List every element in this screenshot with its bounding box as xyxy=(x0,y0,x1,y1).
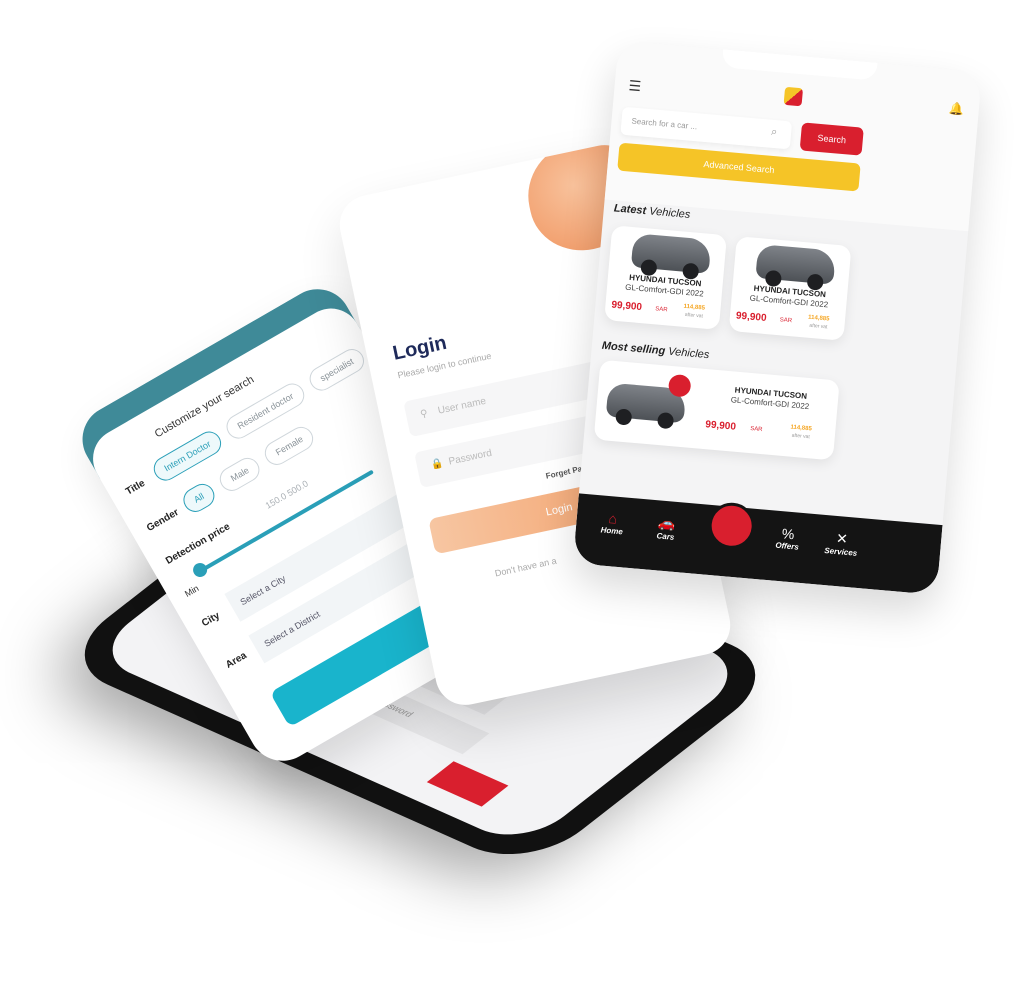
car-price: 99,900 xyxy=(735,310,767,325)
car-icon: 🚗 xyxy=(657,514,677,532)
nav-cars[interactable]: 🚗 Cars xyxy=(643,513,689,543)
car-vat-note: after vat xyxy=(791,432,811,441)
nav-home[interactable]: ⌂ Home xyxy=(589,509,635,538)
nav-offers-label: Offers xyxy=(775,540,800,552)
gender-label: Gender xyxy=(144,506,181,534)
gender-chip-female[interactable]: Female xyxy=(260,422,318,470)
password-placeholder: Password xyxy=(447,447,493,468)
car-app-screen: ☰ 🔔 Search for a car ... ⌕ Search Advanc… xyxy=(572,40,983,595)
bottom-login-button[interactable] xyxy=(426,761,509,807)
latest-rest: Vehicles xyxy=(645,205,691,221)
city-label: City xyxy=(199,610,222,630)
car-vat-note: after vat xyxy=(809,322,828,331)
most-selling-rest: Vehicles xyxy=(664,345,710,362)
car-vat-price: 114,885 xyxy=(807,314,830,323)
latest-car-card[interactable]: HYUNDAI TUCSON GL-Comfort-GDI 2022 99,90… xyxy=(604,225,727,330)
percent-icon: % xyxy=(781,525,796,543)
car-price: 99,900 xyxy=(610,299,643,314)
selling-car-card[interactable]: HYUNDAI TUCSON GL-Comfort-GDI 2022 99,90… xyxy=(593,359,840,461)
user-icon: ⚲ xyxy=(419,408,429,421)
detection-range: 150.0 500.0 xyxy=(263,478,310,511)
latest-car-card[interactable]: HYUNDAI TUCSON GL-Comfort-GDI 2022 99,90… xyxy=(728,236,852,341)
area-label: Area xyxy=(223,650,249,671)
car-currency: SAR xyxy=(779,317,793,325)
car-vat-note: after vat xyxy=(684,311,704,320)
app-logo xyxy=(783,86,804,107)
slider-min-label: Min xyxy=(182,583,201,599)
most-selling-bold: Most selling xyxy=(601,339,666,358)
search-button[interactable]: Search xyxy=(799,122,864,156)
car-price: 99,900 xyxy=(704,419,737,433)
latest-bold: Latest xyxy=(613,202,647,218)
username-placeholder: User name xyxy=(436,395,488,417)
nav-home-label: Home xyxy=(600,525,624,537)
home-icon: ⌂ xyxy=(607,510,618,527)
nav-offers[interactable]: % Offers xyxy=(765,524,811,553)
search-icon: ⌕ xyxy=(770,125,778,139)
most-selling-heading: Most selling Vehicles xyxy=(601,340,709,361)
nav-services-label: Services xyxy=(824,545,858,558)
center-logo-button[interactable] xyxy=(706,500,757,551)
menu-icon[interactable]: ☰ xyxy=(628,77,642,95)
nav-services[interactable]: ✕ Services xyxy=(819,529,865,559)
gender-chip-male[interactable]: Male xyxy=(215,453,264,496)
price-slider-handle[interactable] xyxy=(190,560,210,580)
nav-cars-label: Cars xyxy=(656,531,675,542)
notification-bell-icon[interactable]: 🔔 xyxy=(948,101,964,116)
lock-icon: 🔒 xyxy=(430,457,445,472)
signup-prompt[interactable]: Don't have an a xyxy=(494,556,557,579)
car-vat-price: 114,885 xyxy=(790,424,812,433)
title-label: Title xyxy=(123,477,148,498)
car-image xyxy=(755,244,837,285)
car-vat-price: 114,885 xyxy=(683,303,706,312)
car-currency: SAR xyxy=(654,306,668,314)
car-image xyxy=(630,233,712,274)
search-placeholder: Search for a car ... xyxy=(631,116,698,132)
car-currency: SAR xyxy=(749,426,763,434)
gender-chip-all[interactable]: All xyxy=(179,479,219,517)
